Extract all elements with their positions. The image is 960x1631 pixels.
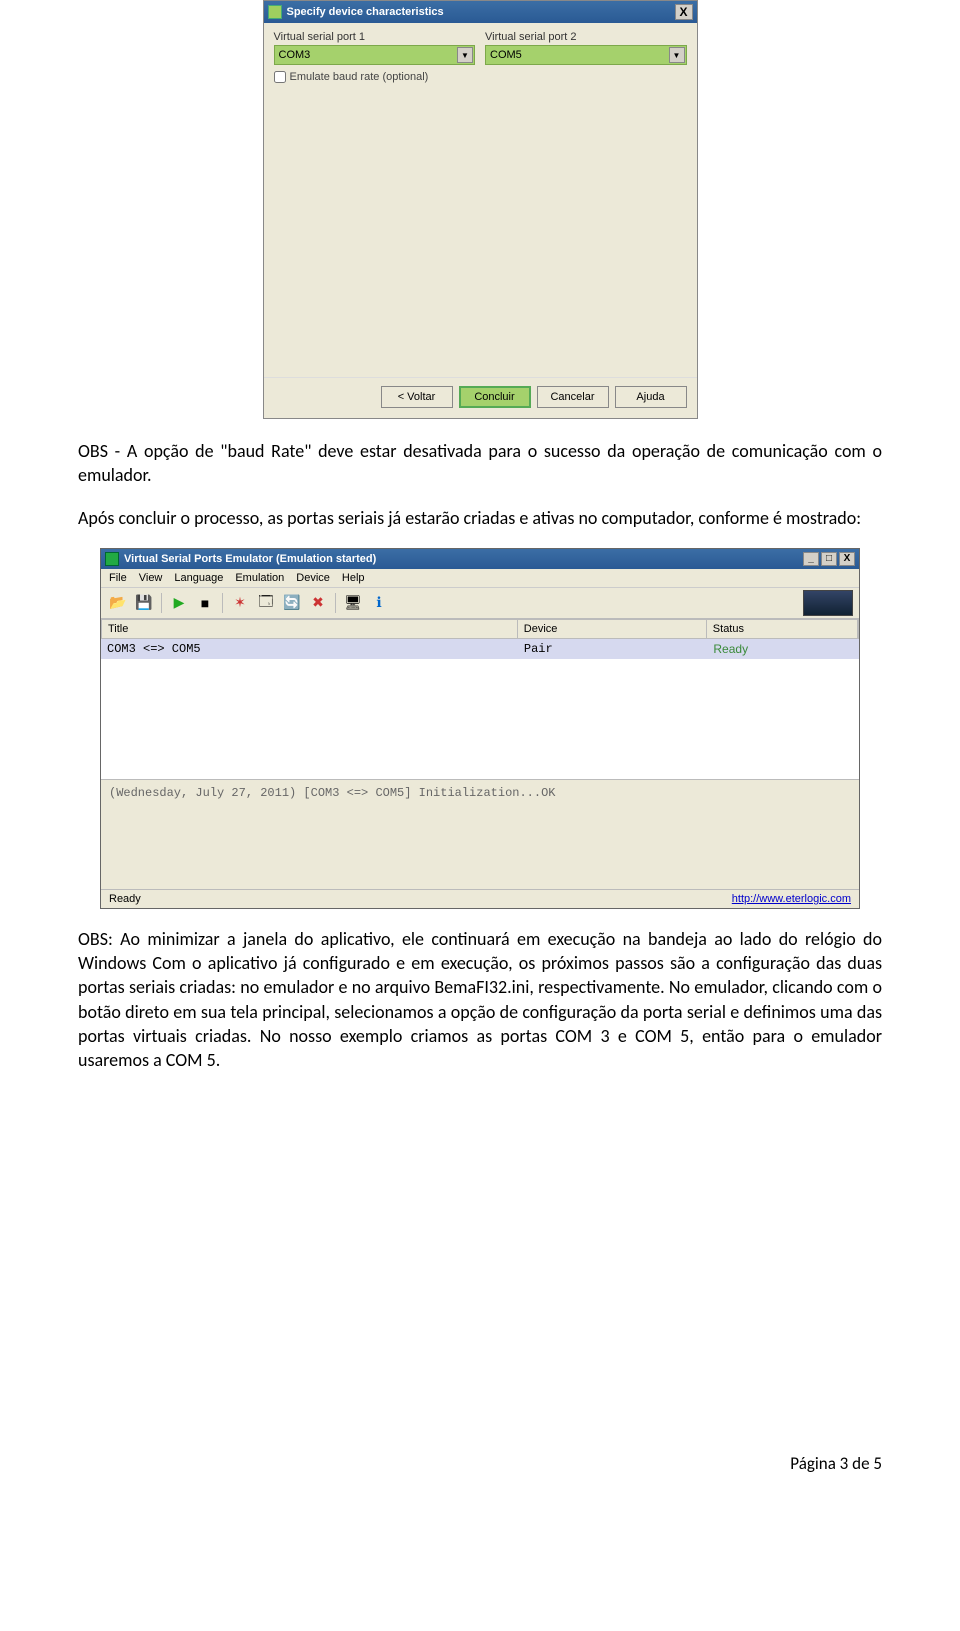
vspe-toolbar: 📂 💾 ▶ ■ ✶ 🗔 🔄 ✖ 🖥 ℹ bbox=[101, 588, 859, 619]
finish-button[interactable]: Concluir bbox=[459, 386, 531, 408]
vspe-app-icon bbox=[105, 552, 119, 566]
page-footer: Página 3 de 5 bbox=[78, 1453, 882, 1474]
vspe-titlebar[interactable]: Virtual Serial Ports Emulator (Emulation… bbox=[101, 549, 859, 569]
delete-icon[interactable]: ✖ bbox=[307, 592, 329, 614]
status-link[interactable]: http://www.eterlogic.com bbox=[732, 893, 851, 905]
paragraph-obs1: OBS - A opção de "baud Rate" deve estar … bbox=[78, 439, 882, 488]
menu-emulation[interactable]: Emulation bbox=[235, 572, 284, 584]
dialog1-app-icon bbox=[268, 5, 282, 19]
device-list-icon[interactable]: 🖥 bbox=[342, 592, 364, 614]
menu-help[interactable]: Help bbox=[342, 572, 365, 584]
port2-label: Virtual serial port 2 bbox=[485, 31, 687, 43]
port1-combo[interactable]: COM3 ▼ bbox=[274, 45, 476, 65]
device-properties-icon[interactable]: 🗔 bbox=[255, 592, 277, 614]
info-icon[interactable]: ℹ bbox=[368, 592, 390, 614]
stop-icon[interactable]: ■ bbox=[194, 592, 216, 614]
close-icon[interactable]: X bbox=[839, 552, 855, 566]
menu-device[interactable]: Device bbox=[296, 572, 330, 584]
port2-combo[interactable]: COM5 ▼ bbox=[485, 45, 687, 65]
chevron-down-icon[interactable]: ▼ bbox=[669, 47, 685, 63]
emulate-baud-checkbox[interactable]: Emulate baud rate (optional) bbox=[274, 71, 687, 83]
row-status: Ready bbox=[707, 639, 859, 659]
close-icon[interactable]: X bbox=[675, 4, 693, 20]
col-device[interactable]: Device bbox=[518, 620, 707, 638]
list-item[interactable]: COM3 <=> COM5 Pair Ready bbox=[101, 639, 859, 659]
dialog1-blank-area bbox=[274, 83, 687, 373]
dialog1-title-text: Specify device characteristics bbox=[287, 6, 444, 18]
list-header: Title Device Status bbox=[101, 619, 859, 639]
port1-value: COM3 bbox=[279, 49, 311, 61]
status-text: Ready bbox=[109, 893, 141, 905]
port1-label: Virtual serial port 1 bbox=[274, 31, 476, 43]
vspe-title-text: Virtual Serial Ports Emulator (Emulation… bbox=[124, 553, 376, 565]
reinit-icon[interactable]: 🔄 bbox=[281, 592, 303, 614]
window-vspe: Virtual Serial Ports Emulator (Emulation… bbox=[100, 548, 860, 909]
emulate-baud-label: Emulate baud rate (optional) bbox=[290, 71, 429, 83]
minimize-icon[interactable]: _ bbox=[803, 552, 819, 566]
menu-view[interactable]: View bbox=[139, 572, 163, 584]
dialog1-titlebar[interactable]: Specify device characteristics X bbox=[264, 1, 697, 23]
play-icon[interactable]: ▶ bbox=[168, 592, 190, 614]
cancel-button[interactable]: Cancelar bbox=[537, 386, 609, 408]
statusbar: Ready http://www.eterlogic.com bbox=[101, 889, 859, 908]
log-panel[interactable]: (Wednesday, July 27, 2011) [COM3 <=> COM… bbox=[101, 779, 859, 889]
col-status[interactable]: Status bbox=[707, 620, 858, 638]
menu-file[interactable]: File bbox=[109, 572, 127, 584]
log-line: (Wednesday, July 27, 2011) [COM3 <=> COM… bbox=[109, 786, 851, 800]
vspe-menubar: File View Language Emulation Device Help bbox=[101, 569, 859, 588]
maximize-icon[interactable]: □ bbox=[821, 552, 837, 566]
back-button[interactable]: < Voltar bbox=[381, 386, 453, 408]
chevron-down-icon[interactable]: ▼ bbox=[457, 47, 473, 63]
row-device: Pair bbox=[518, 639, 708, 659]
paragraph-obs2: OBS: Ao minimizar a janela do aplicativo… bbox=[78, 927, 882, 1073]
paragraph-after-finish: Após concluir o processo, as portas seri… bbox=[78, 506, 882, 530]
new-device-icon[interactable]: ✶ bbox=[229, 592, 251, 614]
dialog-specify-device: Specify device characteristics X Virtual… bbox=[263, 0, 698, 419]
open-icon[interactable]: 📂 bbox=[107, 592, 129, 614]
help-button[interactable]: Ajuda bbox=[615, 386, 687, 408]
device-list[interactable]: COM3 <=> COM5 Pair Ready bbox=[101, 639, 859, 779]
col-title[interactable]: Title bbox=[102, 620, 518, 638]
emulate-baud-input[interactable] bbox=[274, 71, 286, 83]
row-title: COM3 <=> COM5 bbox=[101, 639, 518, 659]
vspe-logo bbox=[803, 590, 853, 616]
save-icon[interactable]: 💾 bbox=[133, 592, 155, 614]
menu-language[interactable]: Language bbox=[174, 572, 223, 584]
port2-value: COM5 bbox=[490, 49, 522, 61]
